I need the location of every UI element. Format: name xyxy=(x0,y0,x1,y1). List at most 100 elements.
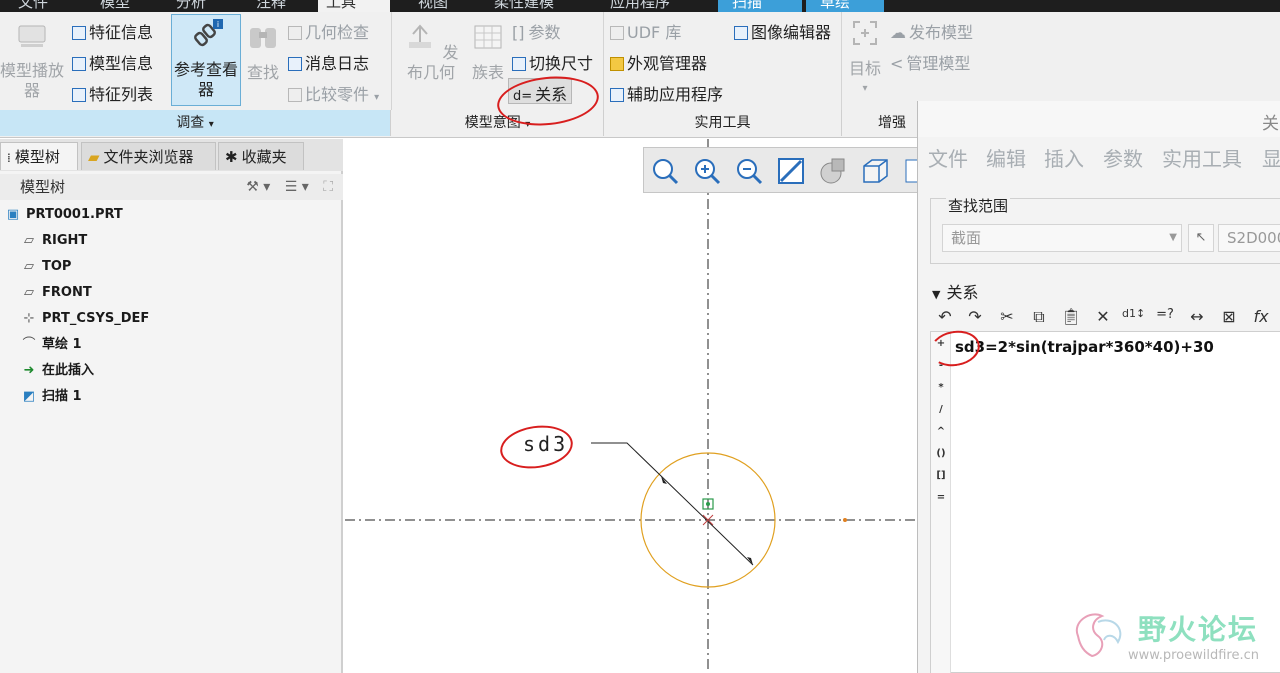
find-button[interactable]: 查找 xyxy=(244,22,282,83)
view-manager-icon[interactable] xyxy=(902,156,917,186)
relations-section-header[interactable]: ▼ 关系 xyxy=(932,279,978,303)
group-utilities-footer[interactable]: 实用工具 xyxy=(604,110,842,136)
dialog-title-bar[interactable]: 关 xyxy=(918,101,1280,137)
feature-list-button[interactable]: 特征列表 xyxy=(72,81,153,105)
tab-tools[interactable]: 工具 xyxy=(318,0,390,12)
tab-favorites[interactable]: ✱ 收藏夹 xyxy=(218,142,304,170)
redo-icon[interactable]: ↷ xyxy=(964,307,986,326)
tab-flexible-modeling[interactable]: 柔性建模 xyxy=(494,0,554,12)
verify-icon[interactable]: ⊠ xyxy=(1218,307,1240,326)
copy-icon[interactable]: ⧉ xyxy=(1028,307,1050,327)
tree-item[interactable]: ➜ 在此插入 xyxy=(22,360,94,382)
tree-item[interactable]: ▱ RIGHT xyxy=(22,230,87,252)
show-list-icon[interactable]: ☰ ▾ xyxy=(285,179,309,195)
tab-analysis[interactable]: 分析 xyxy=(176,0,206,12)
ribbon-separator xyxy=(603,12,604,110)
zoom-in-icon[interactable] xyxy=(692,156,722,186)
tab-annotate[interactable]: 注释 xyxy=(256,0,286,12)
udf-library-button[interactable]: UDF 库 xyxy=(610,19,681,43)
model-info-icon xyxy=(72,57,86,71)
parameters-label: 参数 xyxy=(528,23,561,42)
tree-item[interactable]: ⊹ PRT_CSYS_DEF xyxy=(22,308,150,330)
reference-viewer-button[interactable]: i 参考查看器 xyxy=(171,14,241,106)
target-button[interactable]: 目标 ▾ xyxy=(844,18,886,99)
tree-item[interactable]: ▱ TOP xyxy=(22,256,71,278)
group-investigate-footer[interactable]: 调查 ▾ xyxy=(0,110,391,136)
target-label: 目标 xyxy=(848,59,881,78)
tab-model-tree[interactable]: ⁞ 模型树 xyxy=(0,142,78,170)
switch-dimensions-button[interactable]: 切换尺寸 xyxy=(512,50,593,74)
tab-sweep[interactable]: 扫描 xyxy=(718,0,802,12)
operator-button[interactable]: () xyxy=(931,448,951,459)
tree-item-label: FRONT xyxy=(42,285,92,300)
publish-model-button[interactable]: ☁ 发布模型 xyxy=(890,19,973,43)
sketch-canvas[interactable]: sd3 xyxy=(345,139,917,673)
repaint-icon[interactable] xyxy=(776,156,806,186)
message-log-button[interactable]: 消息日志 xyxy=(288,50,369,74)
delete-icon[interactable]: ✕ xyxy=(1092,307,1114,326)
feature-info-button[interactable]: 特征信息 xyxy=(72,19,153,43)
look-in-select[interactable]: 截面 ▼ xyxy=(942,224,1182,252)
compare-parts-icon xyxy=(288,88,302,102)
menu-file[interactable]: 文件 xyxy=(928,143,968,172)
operator-button[interactable]: ^ xyxy=(931,426,951,437)
switch-dims-icon[interactable]: d1↕ xyxy=(1122,307,1145,320)
operator-button[interactable]: = xyxy=(931,492,951,503)
menu-utilities[interactable]: 实用工具 xyxy=(1162,143,1242,172)
display-style-icon[interactable] xyxy=(818,156,848,186)
auxiliary-apps-icon xyxy=(610,88,624,102)
evaluate-icon[interactable]: =? xyxy=(1154,307,1176,322)
ribbon-separator xyxy=(841,12,842,110)
tree-item-label: RIGHT xyxy=(42,233,88,248)
menu-display[interactable]: 显 xyxy=(1262,143,1280,172)
cut-icon[interactable]: ✂ xyxy=(996,307,1018,326)
settings-icon[interactable]: ⚒ ▾ xyxy=(246,179,270,195)
zoom-out-icon[interactable] xyxy=(734,156,764,186)
tab-folder-browser[interactable]: ▰ 文件夹浏览器 xyxy=(81,142,216,170)
tree-item[interactable]: ▱ FRONT xyxy=(22,282,92,304)
tree-item[interactable]: ⌒ 草绘 1 xyxy=(22,334,82,356)
paste-icon[interactable]: 📋︎ xyxy=(1060,307,1082,326)
operator-button[interactable]: * xyxy=(931,382,951,393)
geometry-check-button[interactable]: 几何检查 xyxy=(288,19,369,43)
tab-model[interactable]: 模型 xyxy=(100,0,130,12)
tab-applications[interactable]: 应用程序 xyxy=(610,0,670,12)
tree-item[interactable]: ▣ PRT0001.PRT xyxy=(6,204,123,226)
select-pointer-icon[interactable]: ↖ xyxy=(1188,224,1214,252)
parameters-button[interactable]: [] 参数 xyxy=(512,19,561,43)
watermark-url: www.proewildfire.cn xyxy=(1128,648,1259,663)
compare-parts-button[interactable]: 比较零件 ▾ xyxy=(288,81,379,105)
tab-sketch[interactable]: 草绘 xyxy=(806,0,884,12)
filter-icon[interactable]: ⛶ xyxy=(323,179,333,195)
group-investigate-label: 调查 xyxy=(176,115,205,131)
manage-model-button[interactable]: < 管理模型 xyxy=(890,50,970,74)
function-icon[interactable]: fx xyxy=(1250,307,1272,326)
section-id-field[interactable]: S2D0001 xyxy=(1218,224,1280,252)
operator-column: + - * / ^()[] = xyxy=(931,332,951,673)
group-augmented-footer[interactable]: 增强现 xyxy=(842,110,918,157)
tab-file[interactable]: 文件 xyxy=(18,0,48,12)
menu-edit[interactable]: 编辑 xyxy=(986,143,1026,172)
tree-item-label: 草绘 1 xyxy=(42,337,82,352)
tab-view[interactable]: 视图 xyxy=(418,0,448,12)
find-label: 查找 xyxy=(246,63,279,82)
appearance-manager-button[interactable]: 外观管理器 xyxy=(610,50,707,74)
graphics-window[interactable]: sd3 xyxy=(345,139,917,673)
model-info-button[interactable]: 模型信息 xyxy=(72,50,153,74)
chevron-down-icon: ▼ xyxy=(1169,232,1177,243)
refit-icon[interactable] xyxy=(650,156,680,186)
operator-button[interactable]: / xyxy=(931,404,951,415)
family-table-button[interactable]: 族表 xyxy=(468,22,508,83)
measure-icon[interactable]: ↔ xyxy=(1186,307,1208,326)
operator-button[interactable]: [] xyxy=(931,470,951,481)
tree-item[interactable]: ◩ 扫描 1 xyxy=(22,386,82,408)
publish-geometry-button[interactable]: 发布几何 xyxy=(396,22,466,83)
image-editor-button[interactable]: 图像编辑器 xyxy=(734,19,831,43)
menu-parameters[interactable]: 参数 xyxy=(1103,143,1143,172)
menu-insert[interactable]: 插入 xyxy=(1044,143,1084,172)
undo-icon[interactable]: ↶ xyxy=(934,307,956,326)
saved-orientations-icon[interactable] xyxy=(860,156,890,186)
auxiliary-apps-button[interactable]: 辅助应用程序 xyxy=(610,81,723,105)
relation-line[interactable]: sd3=2*sin(trajpar*360*40)+30 xyxy=(955,338,1214,356)
model-player-button[interactable]: 模型播放器 xyxy=(0,20,64,101)
